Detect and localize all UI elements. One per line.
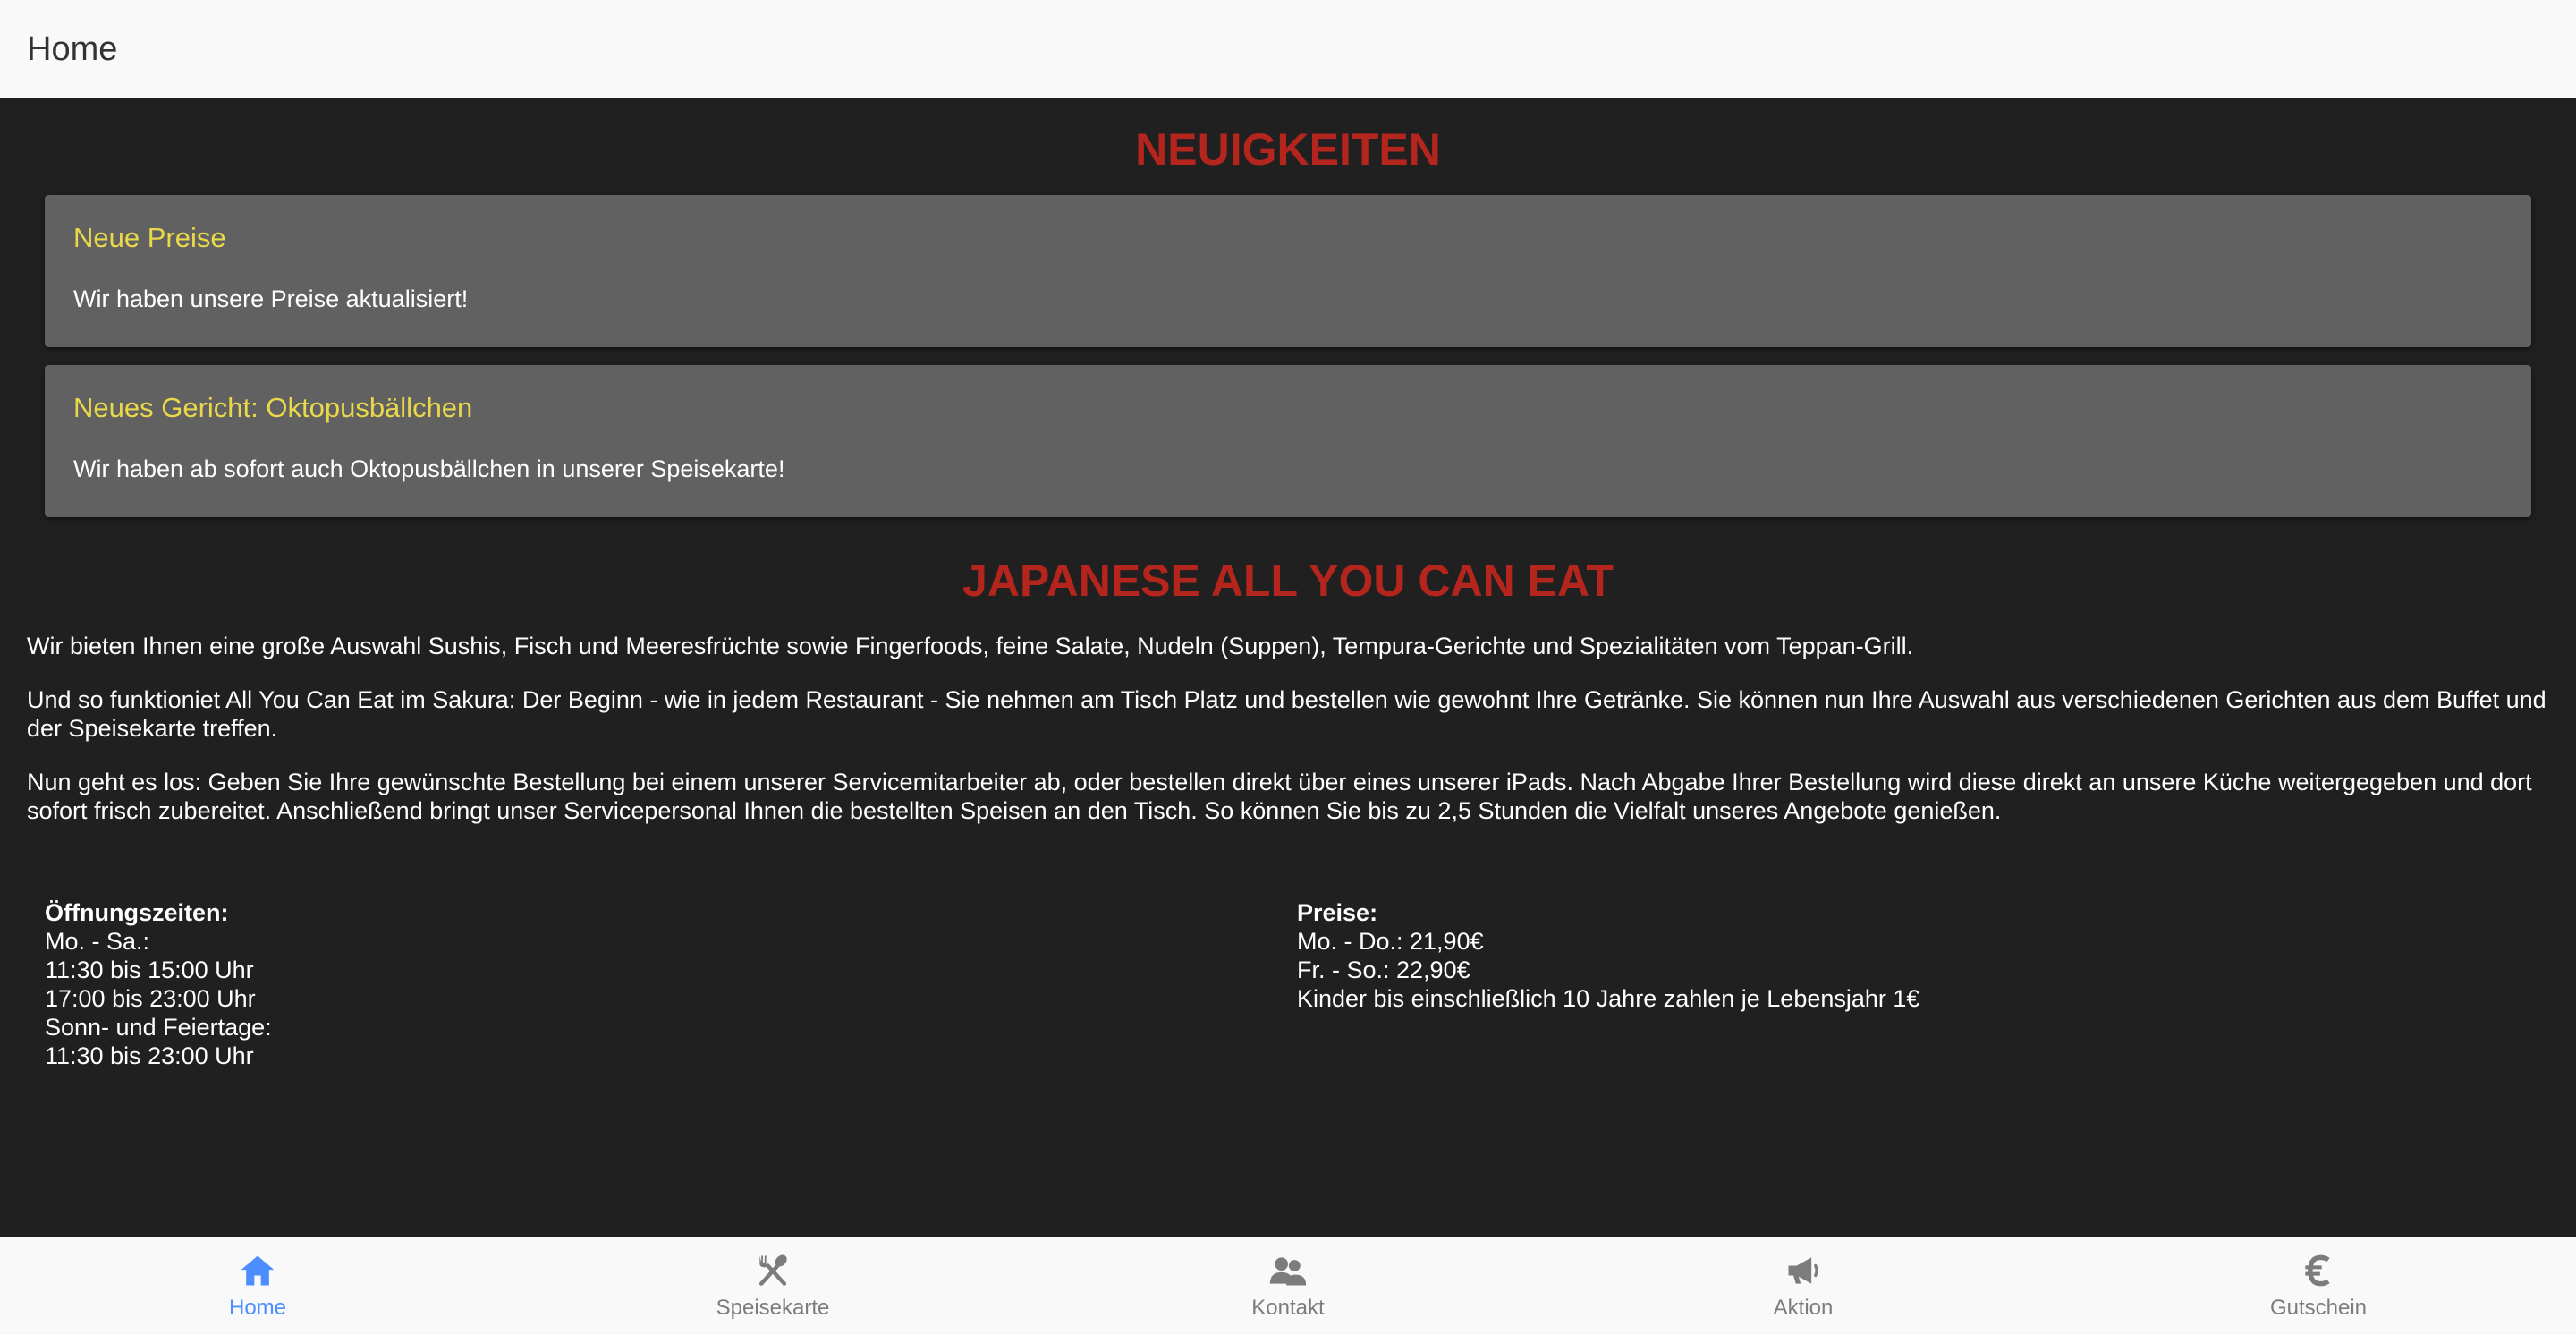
opening-hours-line: Mo. - Sa.: <box>45 928 150 955</box>
tab-label: Home <box>228 1296 287 1320</box>
megaphone-icon <box>1784 1251 1823 1290</box>
tab-gutschein[interactable]: Gutschein <box>2061 1237 2576 1335</box>
info-grid: Öffnungszeiten: Mo. - Sa.: 11:30 bis 15:… <box>27 898 2549 1070</box>
page-title: Home <box>27 30 118 68</box>
people-icon <box>1268 1251 1308 1290</box>
ayce-heading: JAPANESE ALL YOU CAN EAT <box>962 556 1614 606</box>
tab-label: Aktion <box>1773 1296 1834 1320</box>
cutlery-icon <box>753 1251 792 1290</box>
opening-hours-line: 17:00 bis 23:00 Uhr <box>45 985 256 1012</box>
news-card[interactable]: Neue Preise Wir haben unsere Preise aktu… <box>45 195 2531 347</box>
news-card-title: Neues Gericht: Oktopusbällchen <box>73 392 473 423</box>
main-content[interactable]: NEUIGKEITEN Neue Preise Wir haben unsere… <box>0 98 2576 1237</box>
opening-hours-line: 11:30 bis 15:00 Uhr <box>45 957 254 983</box>
news-heading: NEUIGKEITEN <box>1135 124 1441 174</box>
prices-heading: Preise: <box>1297 899 1378 926</box>
bottom-tab-bar: Home Speisekarte Kontakt Aktion Gutschei… <box>0 1237 2576 1335</box>
news-card[interactable]: Neues Gericht: Oktopusbällchen Wir haben… <box>45 365 2531 517</box>
opening-hours: Öffnungszeiten: Mo. - Sa.: 11:30 bis 15:… <box>45 898 1297 1070</box>
tab-label: Gutschein <box>2269 1296 2368 1320</box>
tab-home[interactable]: Home <box>0 1237 515 1335</box>
ayce-paragraph: Nun geht es los: Geben Sie Ihre gewünsch… <box>27 769 2532 824</box>
opening-hours-line: Sonn- und Feiertage: <box>45 1014 272 1041</box>
opening-hours-line: 11:30 bis 23:00 Uhr <box>45 1042 254 1069</box>
price-line: Kinder bis einschließlich 10 Jahre zahle… <box>1297 985 1920 1012</box>
price-line: Mo. - Do.: 21,90€ <box>1297 928 1484 955</box>
price-line: Fr. - So.: 22,90€ <box>1297 957 1470 983</box>
tab-aktion[interactable]: Aktion <box>1546 1237 2061 1335</box>
news-card-text: Wir haben ab sofort auch Oktopusbällchen… <box>73 455 785 482</box>
tab-speisekarte[interactable]: Speisekarte <box>515 1237 1030 1335</box>
home-icon <box>238 1251 277 1290</box>
ayce-paragraph: Wir bieten Ihnen eine große Auswahl Sush… <box>27 633 1914 659</box>
ayce-paragraph: Und so funktioniet All You Can Eat im Sa… <box>27 686 2546 742</box>
euro-icon <box>2299 1251 2338 1290</box>
tab-label: Kontakt <box>1251 1296 1325 1320</box>
tab-label: Speisekarte <box>716 1296 830 1320</box>
app-header: Home <box>0 0 2576 98</box>
tab-kontakt[interactable]: Kontakt <box>1030 1237 1546 1335</box>
news-card-text: Wir haben unsere Preise aktualisiert! <box>73 285 469 312</box>
prices: Preise: Mo. - Do.: 21,90€ Fr. - So.: 22,… <box>1297 898 2549 1070</box>
opening-hours-heading: Öffnungszeiten: <box>45 899 229 926</box>
news-card-title: Neue Preise <box>73 222 226 253</box>
